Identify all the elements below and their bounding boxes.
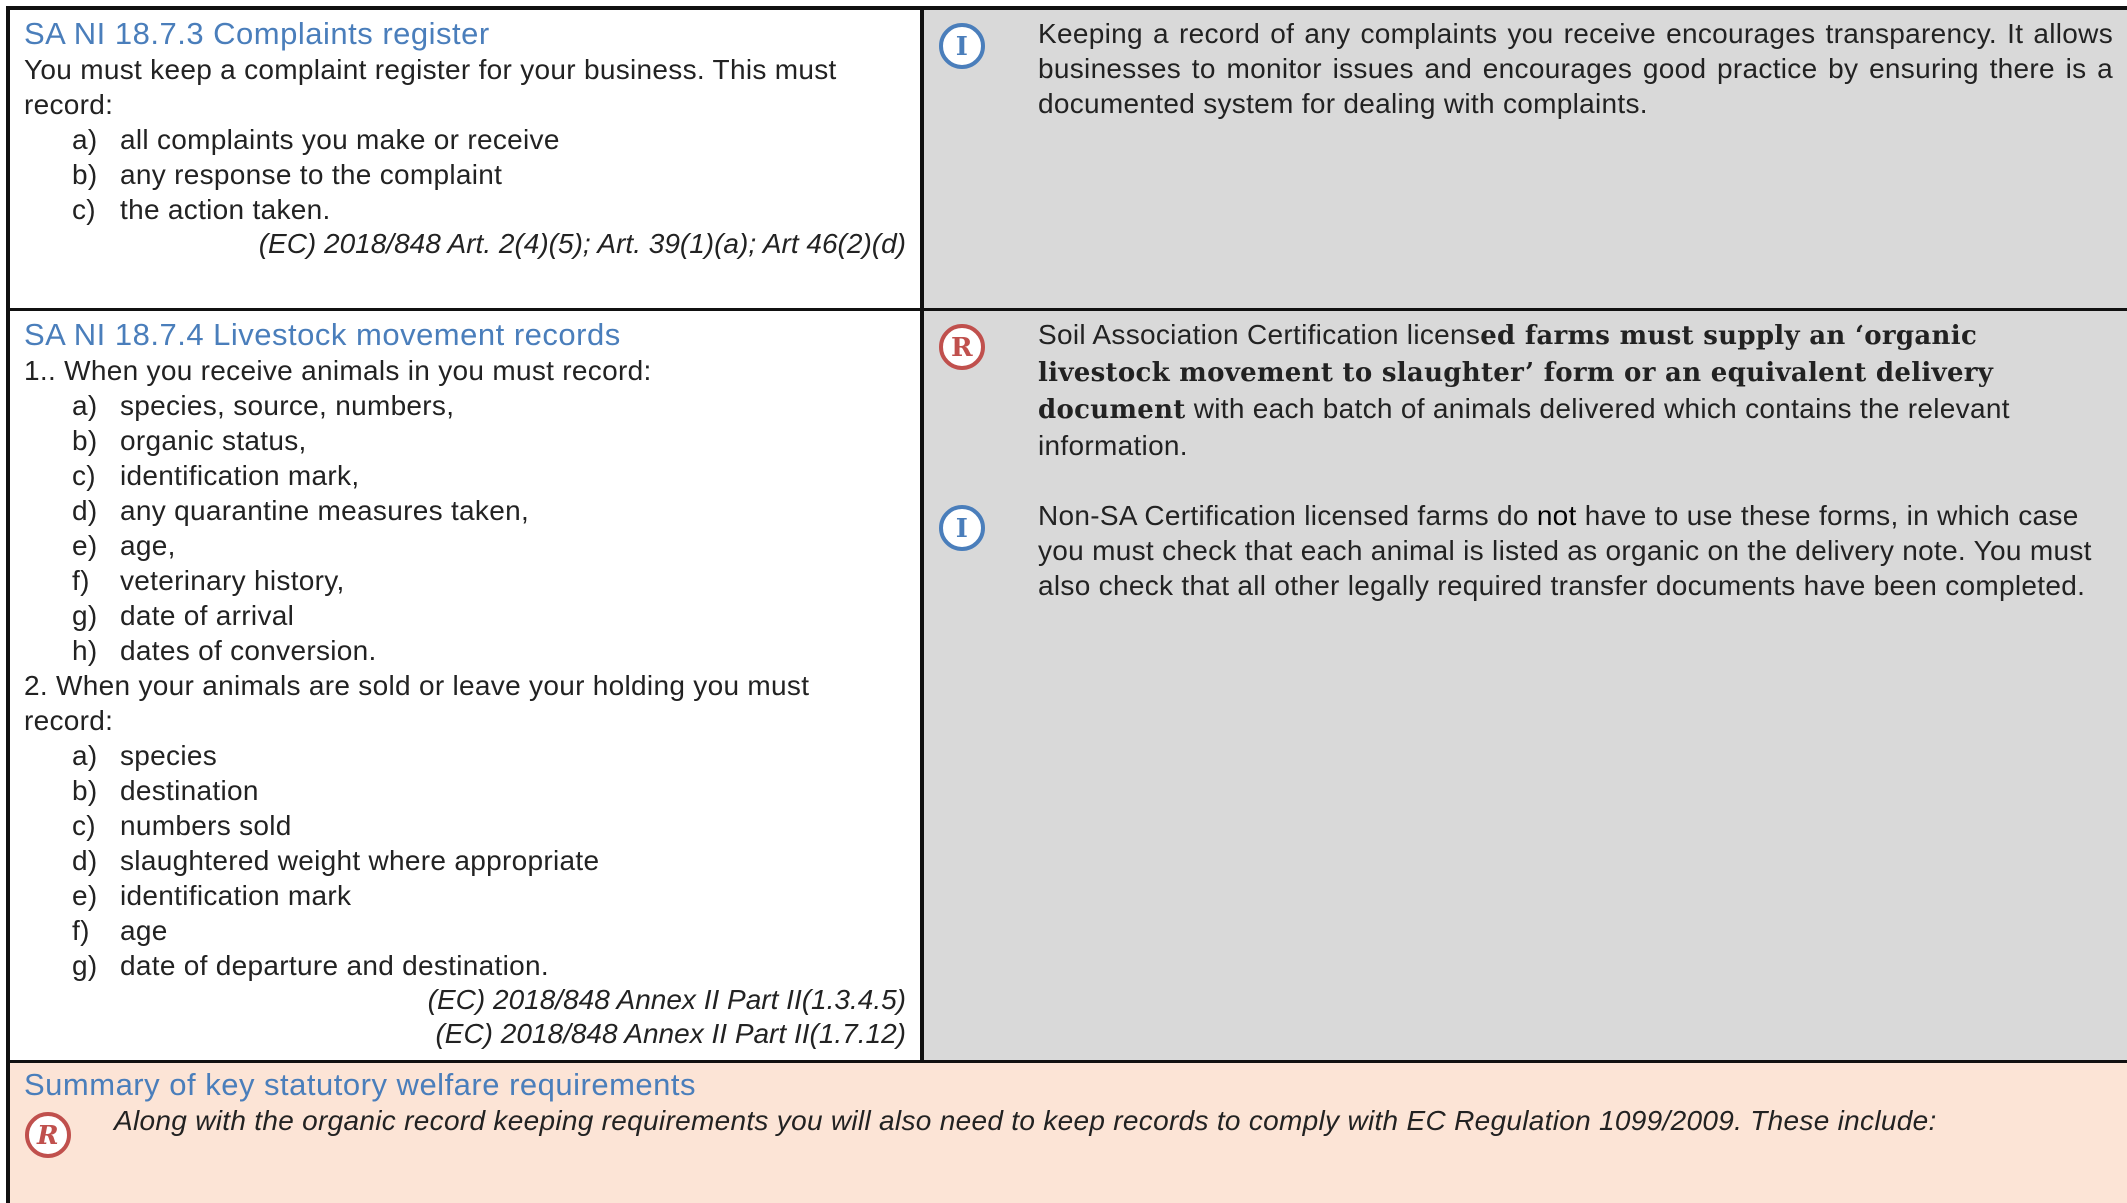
list-item: a) species [72,740,218,771]
list-item: h) dates of conversion. [72,635,377,666]
rule-icon: R [939,324,985,370]
list-item: b) any response to the complaint [72,159,503,190]
livestock-guidance-panel: R Soil Association Certification license… [924,311,2127,1063]
sold-list: a) species b) destination c) numbers sold d… [24,738,906,983]
svg-text:R: R [36,1121,59,1151]
sold-intro: 2. When your animals are sold or leave y… [24,670,810,736]
welfare-summary-panel: Summary of key statutory welfare require… [6,1063,2127,1203]
list-item: e) identification mark [72,880,352,911]
regulation-reference: (EC) 2018/848 Annex II Part II(1.7.12) [435,1018,906,1049]
regulation-reference: (EC) 2018/848 Annex II Part II(1.3.4.5) [427,984,906,1015]
document-page: SA NI 18.7.3 Complaints register You mus… [6,6,2127,1203]
info-note: I Non-SA Certification licensed farms do… [924,498,2113,603]
list-item: c) identification mark, [72,460,360,491]
rule-note: R Along with the organic record keeping … [24,1103,2113,1158]
svg-text:I: I [956,514,968,544]
complaints-register-requirement: SA NI 18.7.3 Complaints register You mus… [6,6,924,311]
list-item: a) species, source, numbers, [72,390,455,421]
info-note: I Keeping a record of any complaints you… [924,16,2113,121]
list-item: b) organic status, [72,425,307,456]
complaints-guidance-panel: I Keeping a record of any complaints you… [924,6,2127,311]
list-item: f) veterinary history, [72,565,345,596]
section-intro: You must keep a complaint register for y… [24,54,837,120]
list-item: d) slaughtered weight where appropriate [72,845,600,876]
svg-text:R: R [951,333,973,363]
regulation-reference: (EC) 2018/848 Art. 2(4)(5); Art. 39(1)(a… [258,228,906,259]
info-icon: I [939,23,985,69]
section-heading: SA NI 18.7.3 Complaints register [24,16,490,51]
list-item: c) the action taken. [72,194,331,225]
list-item: g) date of arrival [72,600,295,631]
rule-note: R Soil Association Certification license… [924,317,2113,463]
summary-heading: Summary of key statutory welfare require… [24,1067,697,1102]
list-item: g) date of departure and destination. [72,950,549,981]
rule-icon: R [25,1112,71,1158]
list-item: e) age, [72,530,176,561]
receive-intro: 1.. When you receive animals in you must… [24,355,652,386]
livestock-movement-requirement: SA NI 18.7.4 Livestock movement records … [6,311,924,1063]
section-heading: SA NI 18.7.4 Livestock movement records [24,317,621,352]
list-item: d) any quarantine measures taken, [72,495,530,526]
receive-list: a) species, source, numbers, b) organic st… [24,388,906,668]
info-icon: I [939,505,985,551]
list-item: f) age [72,915,168,946]
list-item: c) numbers sold [72,810,292,841]
list-item: a) all complaints you make or receive [72,124,560,155]
requirement-list: a) all complaints you make or receive b) a… [24,122,906,227]
list-item: b) destination [72,775,259,806]
svg-text:I: I [956,32,968,62]
